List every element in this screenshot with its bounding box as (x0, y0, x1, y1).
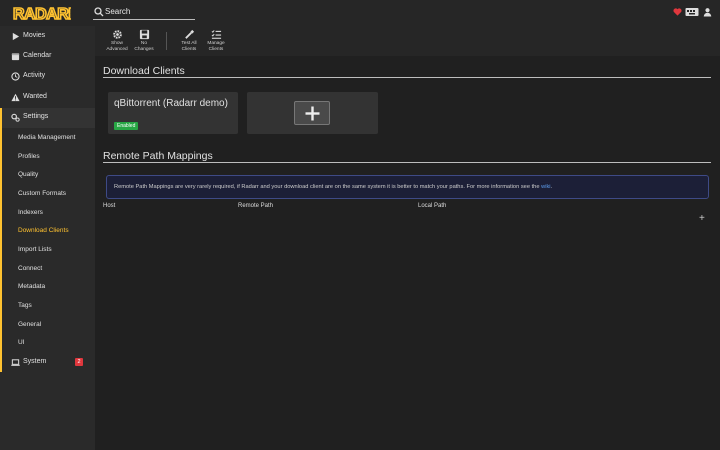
keyboard-icon[interactable] (685, 6, 699, 18)
button-label: Manage (207, 41, 225, 46)
remote-path-mappings-heading: Remote Path Mappings (103, 150, 213, 162)
sidebar-item-label: System (23, 358, 47, 365)
heart-icon[interactable] (673, 6, 682, 18)
page-toolbar: Show Advanced No Changes Test All Client… (95, 26, 720, 56)
sidebar-item-label: Indexers (18, 209, 43, 216)
search-box[interactable]: Search (93, 6, 195, 20)
sidebar-item-label: Metadata (18, 283, 46, 290)
sidebar-item-ui[interactable]: UI (0, 334, 95, 352)
section-divider (103, 77, 711, 78)
sidebar-item-label: Connect (18, 265, 43, 272)
alert-period: . (550, 184, 553, 190)
sidebar-item-wanted[interactable]: Wanted (0, 88, 95, 108)
cogs-icon (11, 113, 20, 122)
radarr-logo[interactable]: RADARR (13, 4, 71, 22)
save-icon (139, 29, 149, 40)
alert-message: Remote Path Mappings are very rarely req… (114, 184, 540, 190)
sidebar-item-quality[interactable]: Quality (0, 166, 95, 184)
sidebar-item-label: Quality (18, 171, 39, 178)
sidebar-item-label: Custom Formats (18, 190, 67, 197)
sidebar-item-metadata[interactable]: Metadata (0, 278, 95, 296)
sidebar-item-connect[interactable]: Connect (0, 260, 95, 278)
sidebar-item-label: Activity (23, 72, 46, 79)
laptop-icon (11, 359, 20, 366)
manage-clients-button[interactable]: Manage Clients (201, 29, 231, 55)
add-client-button[interactable] (294, 101, 330, 125)
clock-icon (11, 72, 20, 81)
test-icon (184, 29, 194, 39)
sidebar-item-label: Tags (18, 302, 32, 309)
sidebar-item-download-clients[interactable]: Download Clients (0, 222, 95, 240)
sidebar-item-settings[interactable]: Settings (0, 108, 95, 128)
sidebar-item-activity[interactable]: Activity (0, 67, 95, 87)
svg-text:RADARR: RADARR (13, 6, 71, 22)
column-header-local-path: Local Path (418, 203, 447, 209)
sidebar-item-label: Import Lists (18, 246, 52, 253)
cog-icon (112, 30, 122, 39)
column-header-host: Host (103, 203, 116, 209)
user-icon[interactable] (703, 6, 712, 18)
search-input[interactable]: Search (105, 7, 130, 16)
sidebar-item-label: Wanted (23, 93, 47, 100)
add-download-client-card[interactable] (247, 92, 378, 134)
test-all-clients-button[interactable]: Test All Clients (174, 29, 204, 55)
sidebar: Movies Calendar Activity Wanted Settings… (0, 26, 95, 450)
sidebar-item-label: Profiles (18, 153, 40, 160)
sidebar-item-label: UI (18, 339, 25, 346)
sidebar-item-media-management[interactable]: Media Management (0, 129, 95, 147)
button-label: Changes (134, 47, 154, 53)
sidebar-item-import-lists[interactable]: Import Lists (0, 241, 95, 259)
sidebar-item-label: Settings (23, 113, 49, 120)
warning-icon (11, 93, 20, 102)
download-client-card[interactable]: qBittorrent (Radarr demo) Enabled (108, 92, 238, 134)
button-label: No (140, 41, 148, 46)
button-label: Advanced (106, 47, 128, 53)
play-icon (12, 32, 20, 41)
sidebar-item-profiles[interactable]: Profiles (0, 148, 95, 166)
sidebar-item-tags[interactable]: Tags (0, 297, 95, 315)
info-alert: Remote Path Mappings are very rarely req… (106, 175, 709, 199)
system-status-badge: 2 (75, 358, 83, 366)
sidebar-item-label: General (18, 321, 42, 328)
enabled-badge: Enabled (114, 122, 139, 130)
download-clients-heading: Download Clients (103, 65, 185, 77)
search-icon (94, 7, 104, 17)
button-label: Test All (181, 41, 197, 46)
sidebar-item-custom-formats[interactable]: Custom Formats (0, 185, 95, 203)
toolbar-separator (166, 32, 167, 50)
plus-icon (305, 106, 320, 121)
button-label: Clients (181, 47, 197, 53)
client-name: qBittorrent (Radarr demo) (114, 98, 228, 109)
sidebar-item-movies[interactable]: Movies (0, 27, 95, 47)
sidebar-item-calendar[interactable]: Calendar (0, 47, 95, 67)
button-label: Show (111, 41, 123, 46)
button-label: Clients (208, 47, 224, 53)
sidebar-item-label: Media Management (18, 134, 76, 141)
show-advanced-button[interactable]: Show Advanced (102, 29, 132, 55)
section-divider (103, 162, 711, 163)
sidebar-item-general[interactable]: General (0, 316, 95, 334)
save-changes-button[interactable]: No Changes (129, 29, 159, 55)
sidebar-item-label: Calendar (23, 52, 52, 59)
calendar-icon (11, 53, 20, 61)
sidebar-item-indexers[interactable]: Indexers (0, 204, 95, 222)
top-header: RADARR Search (0, 0, 720, 26)
alert-text: Remote Path Mappings are very rarely req… (114, 184, 552, 190)
sidebar-item-system[interactable]: System 2 (0, 353, 95, 373)
add-mapping-button[interactable]: + (699, 214, 705, 224)
wiki-link[interactable]: wiki (541, 184, 550, 190)
list-check-icon (211, 30, 221, 39)
sidebar-item-label: Download Clients (18, 227, 69, 234)
sidebar-item-label: Movies (23, 32, 46, 39)
column-header-remote-path: Remote Path (238, 203, 274, 209)
